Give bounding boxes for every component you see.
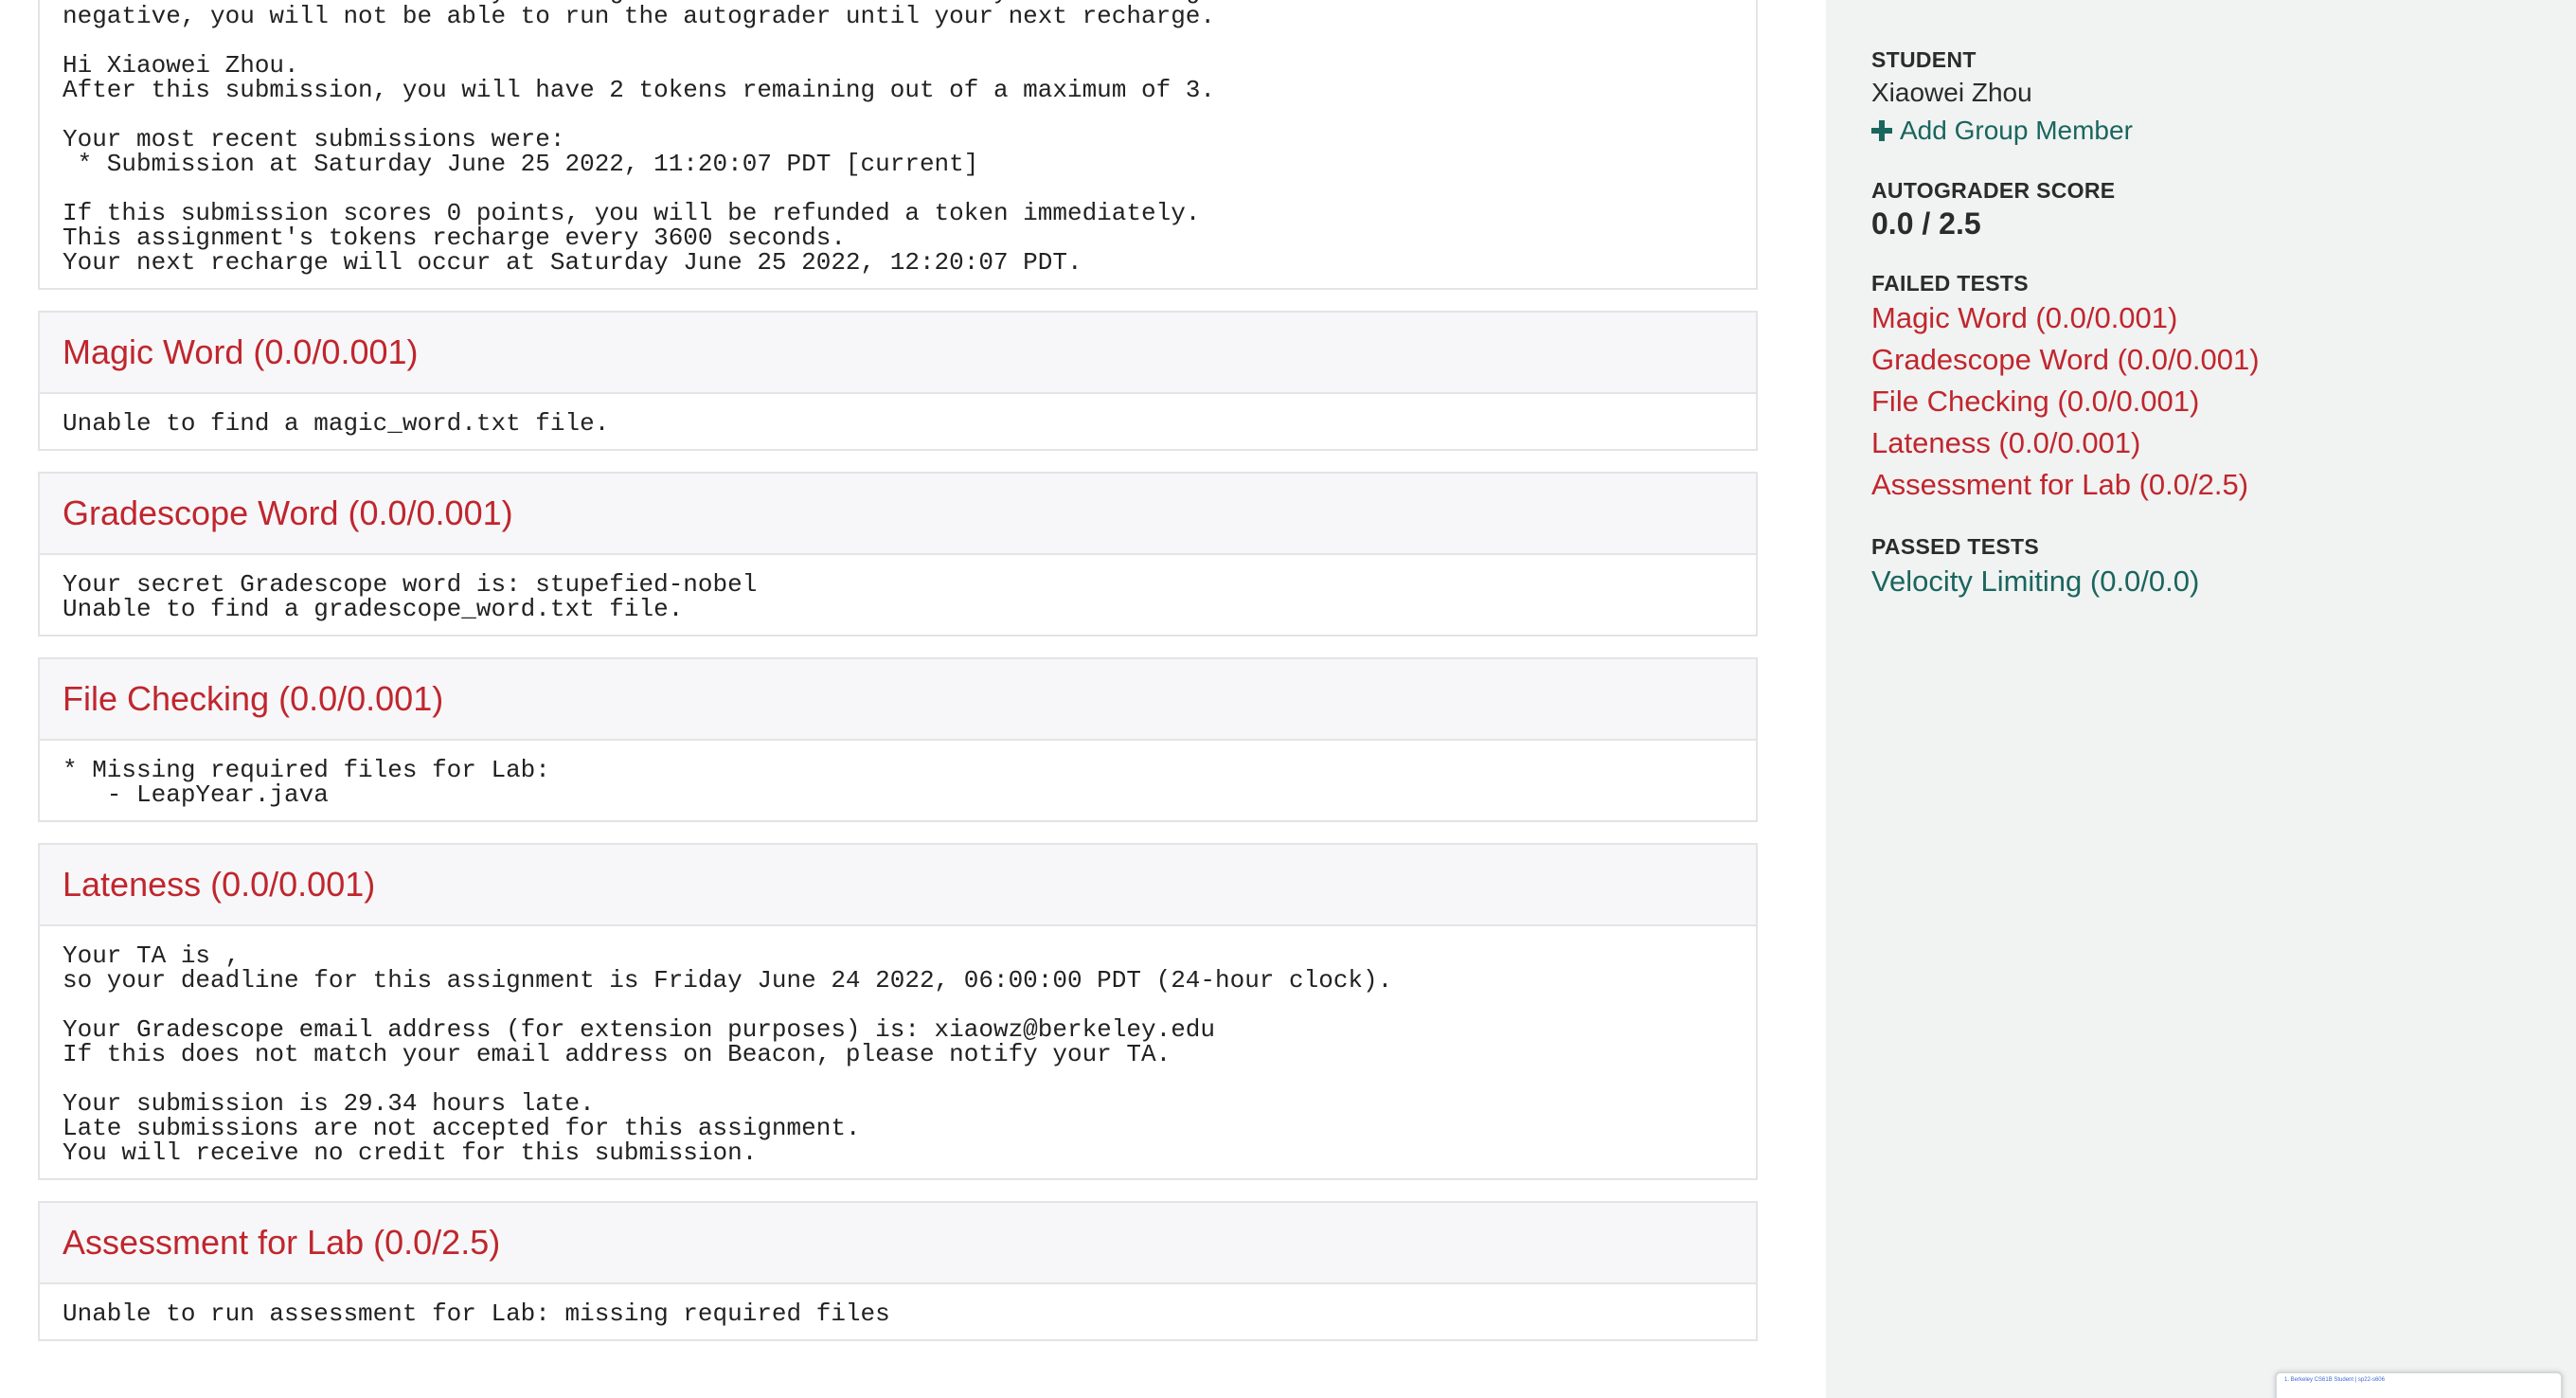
failed-test-link-magic-word[interactable]: Magic Word (0.0/0.001) bbox=[1871, 297, 2553, 339]
failed-test-link-gradescope-word[interactable]: Gradescope Word (0.0/0.001) bbox=[1871, 339, 2553, 381]
results-column: a maximum of 3 tokens and they recharge … bbox=[0, 0, 1826, 1398]
passed-test-link-velocity-limiting[interactable]: Velocity Limiting (0.0/0.0) bbox=[1871, 561, 2553, 602]
score-heading: AUTOGRADER SCORE bbox=[1871, 178, 2116, 203]
test-output: Your TA is , so your deadline for this a… bbox=[63, 941, 1393, 1167]
student-section: STUDENT Xiaowei Zhou Add Group Member bbox=[1871, 45, 2553, 150]
test-result-autograder-output: a maximum of 3 tokens and they recharge … bbox=[38, 0, 1758, 290]
passed-tests-section: PASSED TESTS Velocity Limiting (0.0/0.0) bbox=[1871, 532, 2553, 602]
test-result-magic-word: Magic Word (0.0/0.001) Unable to find a … bbox=[38, 311, 1758, 451]
test-result-assessment: Assessment for Lab (0.0/2.5) Unable to r… bbox=[38, 1201, 1758, 1341]
score-section: AUTOGRADER SCORE 0.0 / 2.5 bbox=[1871, 176, 2553, 242]
student-heading: STUDENT bbox=[1871, 47, 1977, 72]
test-title: Lateness (0.0/0.001) bbox=[63, 865, 376, 904]
student-name: Xiaowei Zhou bbox=[1871, 78, 2032, 107]
results-sidebar: STUDENT Xiaowei Zhou Add Group Member AU… bbox=[1826, 0, 2576, 1398]
test-results-list: a maximum of 3 tokens and they recharge … bbox=[38, 0, 1758, 1362]
page: a maximum of 3 tokens and they recharge … bbox=[0, 0, 2576, 1398]
add-group-member-button[interactable]: Add Group Member bbox=[1871, 112, 2553, 150]
test-output: a maximum of 3 tokens and they recharge … bbox=[63, 0, 1244, 277]
autograder-score: 0.0 / 2.5 bbox=[1871, 206, 1981, 241]
test-result-gradescope-word: Gradescope Word (0.0/0.001) Your secret … bbox=[38, 472, 1758, 636]
test-result-file-checking: File Checking (0.0/0.001) * Missing requ… bbox=[38, 657, 1758, 822]
failed-tests-heading: FAILED TESTS bbox=[1871, 271, 2029, 296]
failed-test-link-assessment[interactable]: Assessment for Lab (0.0/2.5) bbox=[1871, 464, 2553, 506]
plus-icon bbox=[1871, 120, 1892, 141]
test-output: Your secret Gradescope word is: stupefie… bbox=[63, 570, 758, 623]
test-result-lateness: Lateness (0.0/0.001) Your TA is , so you… bbox=[38, 843, 1758, 1180]
test-output: Unable to find a magic_word.txt file. bbox=[63, 409, 610, 438]
test-title: File Checking (0.0/0.001) bbox=[63, 679, 444, 718]
test-title: Magic Word (0.0/0.001) bbox=[63, 332, 419, 371]
passed-tests-heading: PASSED TESTS bbox=[1871, 534, 2039, 559]
test-output: * Missing required files for Lab: - Leap… bbox=[63, 756, 550, 809]
failed-test-link-file-checking[interactable]: File Checking (0.0/0.001) bbox=[1871, 381, 2553, 422]
test-output: Unable to run assessment for Lab: missin… bbox=[63, 1299, 890, 1328]
failed-test-link-lateness[interactable]: Lateness (0.0/0.001) bbox=[1871, 422, 2553, 464]
window-preview-thumbnail[interactable]: 1. Berkeley CS61B Student | sp22-s606 bbox=[2275, 1371, 2563, 1398]
failed-tests-section: FAILED TESTS Magic Word (0.0/0.001) Grad… bbox=[1871, 269, 2553, 506]
thumbnail-caption: 1. Berkeley CS61B Student | sp22-s606 bbox=[2284, 1377, 2385, 1383]
test-title: Gradescope Word (0.0/0.001) bbox=[63, 493, 513, 532]
test-title: Assessment for Lab (0.0/2.5) bbox=[63, 1223, 501, 1262]
add-group-member-label: Add Group Member bbox=[1900, 116, 2133, 145]
